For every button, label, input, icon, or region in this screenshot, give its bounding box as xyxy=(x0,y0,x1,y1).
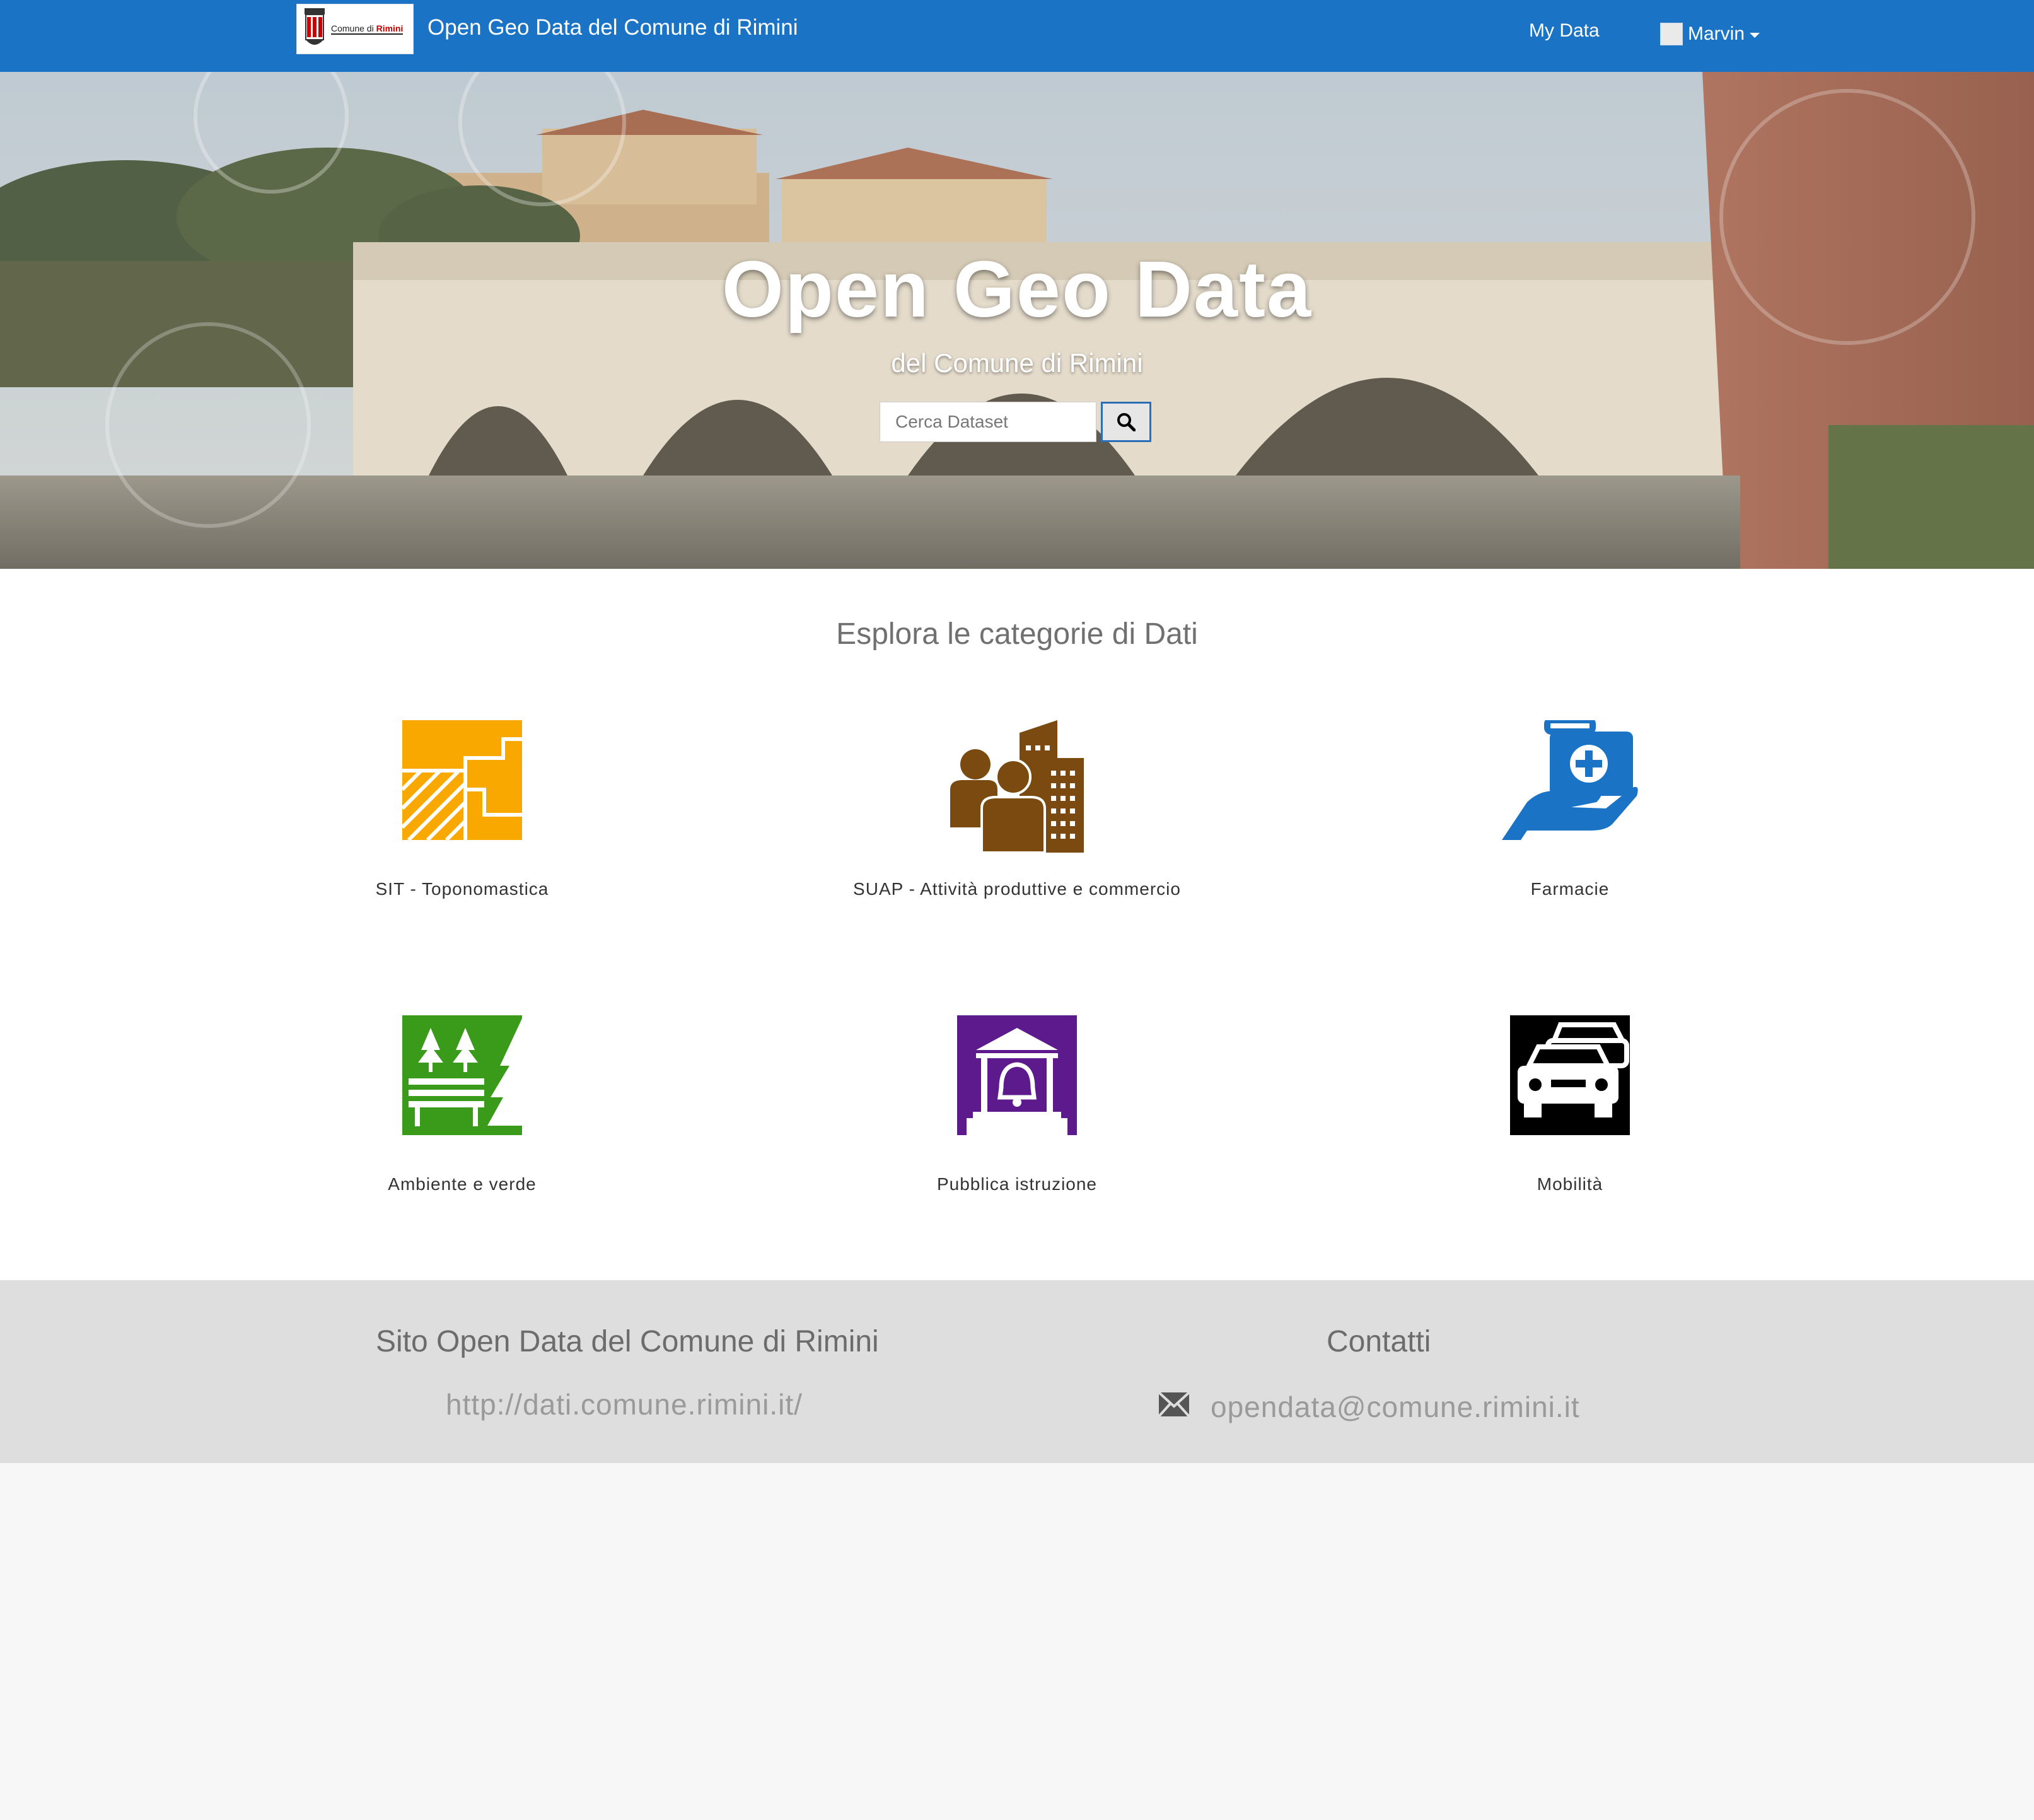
medical-kit-hand-icon xyxy=(1502,720,1638,840)
brand-logo-link[interactable]: Comune di Rimini xyxy=(296,4,414,54)
school-bell-icon xyxy=(957,1015,1077,1135)
hero-banner: Open Geo Data del Comune di Rimini xyxy=(0,72,2034,569)
category-label: Mobilità xyxy=(1537,1174,1603,1194)
user-menu-dropdown[interactable]: Marvin xyxy=(1660,23,1760,45)
category-label: Ambiente e verde xyxy=(388,1174,537,1194)
footer-site-title: Sito Open Data del Comune di Rimini xyxy=(376,1325,879,1358)
user-name: Marvin xyxy=(1688,23,1745,44)
coat-of-arms-icon xyxy=(305,8,325,45)
categories-section: Esplora le categorie di Dati SIT - Topon… xyxy=(0,569,2034,1280)
avatar xyxy=(1660,23,1683,45)
category-label: Pubblica istruzione xyxy=(936,1174,1098,1194)
top-navbar: Comune di Rimini Open Geo Data del Comun… xyxy=(0,0,2034,72)
people-buildings-icon xyxy=(950,720,1084,853)
site-title-link[interactable]: Open Geo Data del Comune di Rimini xyxy=(427,15,798,40)
search-icon xyxy=(1117,413,1136,431)
logo-text-prefix: Comune di xyxy=(331,23,376,33)
footer-contacts-title: Contatti xyxy=(1327,1325,1431,1358)
search-button[interactable] xyxy=(1101,402,1151,442)
footer-site-url-link[interactable]: http://dati.comune.rimini.it/ xyxy=(446,1387,803,1421)
category-label: Farmacie xyxy=(1530,879,1610,899)
category-label: SIT - Toponomastica xyxy=(375,879,549,899)
footer-email-link[interactable]: opendata@comune.rimini.it xyxy=(1211,1390,1580,1424)
my-data-link[interactable]: My Data xyxy=(1529,20,1600,42)
categories-heading: Esplora le categorie di Dati xyxy=(836,617,1198,651)
comune-logo: Comune di Rimini xyxy=(296,4,414,54)
hero-title: Open Geo Data xyxy=(721,245,1313,334)
cars-icon xyxy=(1510,1015,1630,1135)
map-parcels-icon xyxy=(402,720,522,840)
hero-subtitle: del Comune di Rimini xyxy=(891,348,1143,378)
search-input[interactable] xyxy=(880,402,1096,442)
category-label: SUAP - Attività produttive e commercio xyxy=(853,879,1181,899)
logo-text-bold: Rimini xyxy=(376,23,404,33)
footer: Sito Open Data del Comune di Rimini http… xyxy=(0,1280,2034,1463)
envelope-icon xyxy=(1159,1392,1189,1416)
chevron-down-icon xyxy=(1750,33,1760,38)
park-bench-trees-icon xyxy=(402,1015,522,1135)
